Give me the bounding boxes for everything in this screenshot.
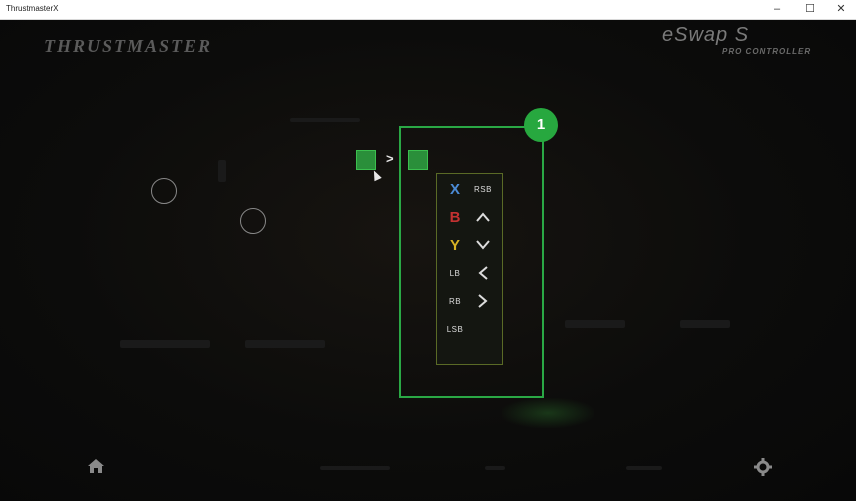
mapping-source-button[interactable] [356,150,376,170]
maximize-button[interactable]: ☐ [795,0,825,19]
nav-item[interactable] [626,466,662,470]
product-name: eSwap S [662,24,750,46]
option-rb[interactable]: RB [441,288,469,314]
lsb-label: LSB [446,324,464,334]
option-rsb[interactable]: RSB [469,176,497,202]
option-y-button[interactable]: Y [441,232,469,258]
minimize-button[interactable]: – [762,0,792,19]
y-button-icon: Y [449,236,460,254]
close-button[interactable]: ✕ [826,0,856,19]
rb-label: RB [448,296,462,306]
nav-item[interactable] [320,466,390,470]
option-lb[interactable]: LB [441,260,469,286]
home-icon[interactable] [87,458,105,479]
option-dpad-left[interactable] [469,260,497,286]
x-button-icon: X [449,180,460,198]
brand-logo: THRUSTMASTER [44,36,213,56]
product-subtitle: PRO CONTROLLER [722,47,812,56]
dpad-down-icon [476,240,490,250]
background-shape [290,118,360,122]
left-stick-outline [151,178,177,204]
lb-label: LB [449,268,461,278]
rsb-label: RSB [474,184,492,194]
background-shape [680,320,730,328]
option-b-button[interactable]: B [441,204,469,230]
dpad-left-icon [478,266,488,280]
dpad-up-icon [476,212,490,222]
confirm-area-glow [502,398,594,428]
background-shape [245,340,325,348]
window-titlebar: ThrustmasterX – ☐ ✕ [0,0,856,20]
mapping-arrow: > [386,151,394,166]
option-dpad-down[interactable] [469,232,497,258]
window-title: ThrustmasterX [6,4,59,13]
b-button-icon: B [449,208,461,226]
background-shape [218,160,226,182]
gear-icon[interactable] [754,458,772,481]
background-shape [120,340,210,348]
button-picker-panel: X RSB B Y LB RB LSB [436,173,503,365]
dpad-right-icon [478,294,488,308]
option-dpad-right[interactable] [469,288,497,314]
option-dpad-up[interactable] [469,204,497,230]
option-lsb[interactable]: LSB [441,316,469,342]
callout-marker: 1 [524,108,558,142]
nav-item[interactable] [485,466,505,470]
option-x-button[interactable]: X [441,176,469,202]
right-stick-outline [240,208,266,234]
background-shape [565,320,625,328]
